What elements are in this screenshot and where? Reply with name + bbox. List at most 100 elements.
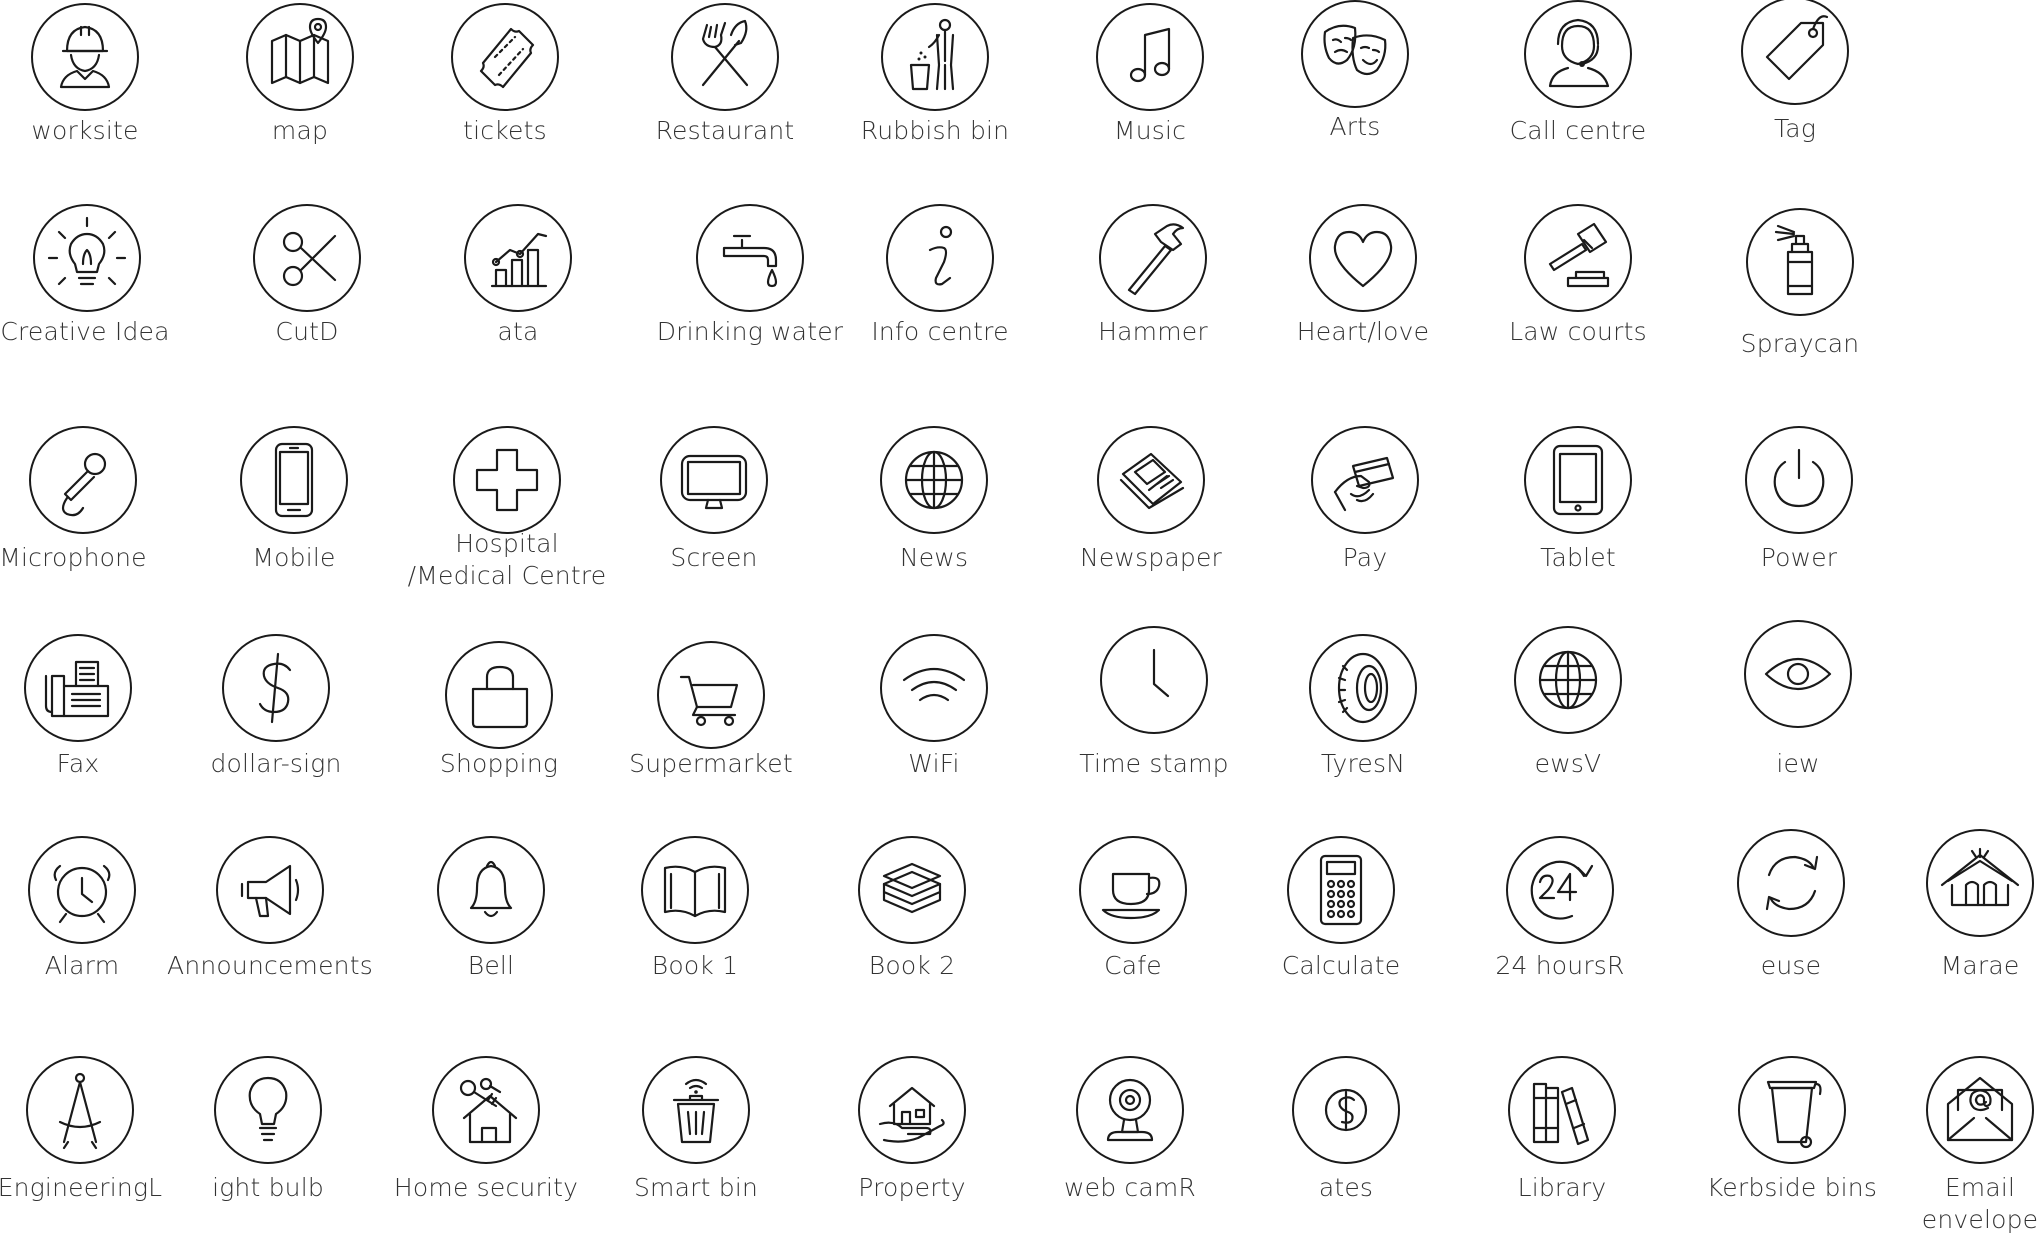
shopping-bag-icon — [445, 641, 553, 749]
icon-tile: Book 2 — [858, 836, 966, 980]
icon-tile: Call centre — [1510, 0, 1646, 145]
icon-label: Marae — [1940, 951, 2020, 980]
icon-label: Book 2 — [868, 951, 956, 980]
icon-tile: Tablet — [1524, 426, 1632, 572]
icon-tile: Announcements — [167, 836, 373, 980]
icon-tile: ates — [1292, 1056, 1400, 1202]
icon-tile: 24 hoursR — [1495, 836, 1624, 980]
icon-tile: Newspaper — [1080, 426, 1222, 572]
icon-label: CutD — [275, 317, 339, 346]
icon-label: Shopping — [439, 749, 559, 778]
icon-tile: Supermarket — [629, 641, 793, 778]
icon-label: Book 1 — [651, 951, 739, 980]
icon-tile: ewsV — [1514, 626, 1622, 778]
info-centre-icon — [886, 204, 994, 312]
calculator-icon — [1287, 836, 1395, 944]
icon-tile: Book 1 — [641, 836, 749, 980]
music-icon — [1096, 3, 1204, 111]
icon-label: ates — [1318, 1173, 1374, 1202]
icon-label: Restaurant — [655, 116, 795, 145]
icon-tile: euse — [1737, 829, 1845, 980]
rates-icon — [1292, 1056, 1400, 1164]
icon-label: map — [271, 116, 329, 145]
email-envelope-icon — [1926, 1056, 2034, 1164]
icon-tile: Restaurant — [656, 3, 794, 145]
icon-tile: Microphone — [0, 426, 147, 572]
property-icon — [858, 1056, 966, 1164]
icon-tile: Kerbside bins — [1707, 1056, 1877, 1202]
drinking-water-icon — [696, 204, 804, 312]
icon-tile: Tag — [1741, 0, 1849, 143]
icon-tile: Info centre — [871, 204, 1008, 346]
icon-label: Time stamp — [1079, 749, 1229, 778]
icon-label: worksite — [31, 116, 139, 145]
tablet-icon — [1524, 426, 1632, 534]
hammer-icon — [1099, 204, 1207, 312]
icon-label: Spraycan — [1740, 329, 1860, 358]
view-eye-icon — [1744, 620, 1852, 728]
icon-tile: EngineeringL — [0, 1056, 162, 1202]
icon-label: ewsV — [1534, 749, 1602, 778]
hospital-icon — [453, 426, 561, 534]
wifi-icon — [880, 634, 988, 742]
icon-label: WiFi — [908, 749, 960, 778]
icon-tile: map — [246, 3, 354, 145]
icon-tile: tickets — [451, 3, 559, 145]
icon-label: Newspaper — [1079, 543, 1223, 572]
tyres-icon — [1309, 634, 1417, 742]
map-icon — [246, 3, 354, 111]
icon-tile: Rubbish bin — [861, 3, 1009, 145]
icon-label: Property — [858, 1173, 966, 1202]
icon-tile: Bell — [437, 836, 545, 980]
icon-tile: Smart bin — [634, 1056, 758, 1202]
icon-label: web camR — [1063, 1173, 1197, 1202]
icon-tile: TyresN — [1309, 634, 1417, 778]
news-globe-icon — [1514, 626, 1622, 734]
pay-icon — [1311, 426, 1419, 534]
icon-tile: ata — [464, 204, 572, 346]
icon-tile: Spraycan — [1741, 208, 1859, 358]
icon-label: Calculate — [1281, 951, 1401, 980]
newspaper-icon — [1097, 426, 1205, 534]
icon-tile: Alarm — [28, 836, 136, 980]
megaphone-icon — [216, 836, 324, 944]
icon-label: Hammer — [1098, 317, 1208, 346]
icon-label: Cafe — [1104, 951, 1162, 980]
icon-tile: Creative Idea — [0, 204, 169, 346]
cut-icon — [253, 204, 361, 312]
heart-icon — [1309, 204, 1417, 312]
home-security-icon — [432, 1056, 540, 1164]
rubbish-bin-icon — [881, 3, 989, 111]
icon-label: Screen — [670, 543, 758, 572]
supermarket-cart-icon — [657, 641, 765, 749]
icon-tile: Hospital /Medical Centre — [408, 426, 606, 590]
icon-label: Creative Idea — [0, 317, 170, 346]
24-hours-icon — [1506, 836, 1614, 944]
icon-label: Library — [1517, 1173, 1607, 1202]
light-bulb-icon — [214, 1056, 322, 1164]
icon-tile: News — [880, 426, 988, 572]
mobile-icon — [240, 426, 348, 534]
worksite-icon — [31, 3, 139, 111]
fax-icon — [24, 634, 132, 742]
spraycan-icon — [1746, 208, 1854, 316]
icon-label: Music — [1113, 116, 1187, 145]
icon-label: ata — [497, 317, 539, 346]
icon-tile: WiFi — [880, 634, 988, 778]
tag-icon — [1741, 0, 1849, 105]
law-courts-icon — [1524, 204, 1632, 312]
icon-label: Tag — [1773, 114, 1817, 143]
icon-label: Call centre — [1509, 116, 1647, 145]
icon-label: Smart bin — [633, 1173, 759, 1202]
bell-icon — [437, 836, 545, 944]
data-icon — [464, 204, 572, 312]
icon-label: Heart/love — [1296, 317, 1430, 346]
call-centre-icon — [1524, 0, 1632, 108]
dollar-sign-icon — [222, 634, 330, 742]
restaurant-icon — [671, 3, 779, 111]
icon-sheet: worksite map tickets Restaurant Rubbish bin M… — [0, 0, 2037, 1259]
icon-tile: Heart/love — [1297, 204, 1429, 346]
icon-label: dollar-sign — [210, 749, 342, 778]
icon-tile: CutD — [253, 204, 361, 346]
tickets-icon — [451, 3, 559, 111]
